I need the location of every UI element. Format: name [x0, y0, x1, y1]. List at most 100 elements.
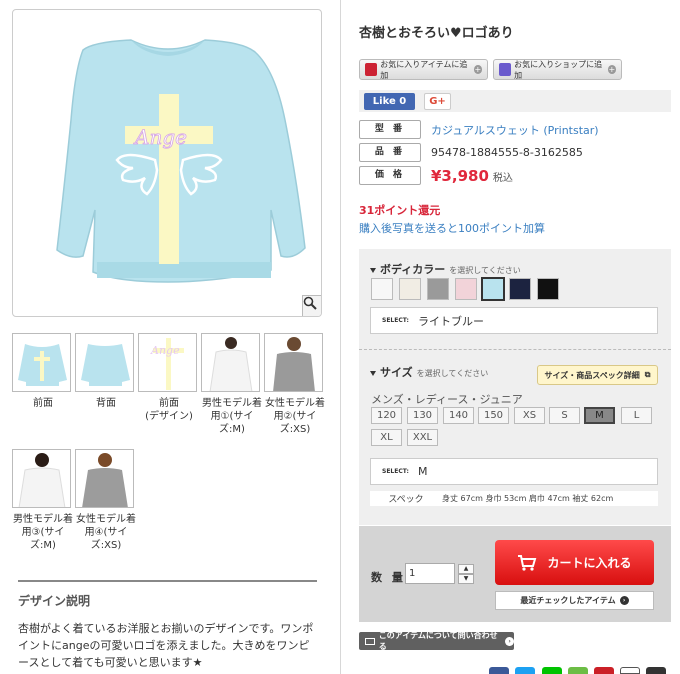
- spec-value: 身丈 67cm 身巾 53cm 肩巾 47cm 袖丈 62cm: [442, 494, 614, 503]
- design-description-text: 杏樹がよく着ているお洋服とお揃いのデザインです。ワンポイントにangeの可愛いロ…: [18, 622, 314, 669]
- column-divider: [340, 0, 341, 674]
- color-swatch[interactable]: [455, 278, 477, 300]
- thumbnail-image[interactable]: [75, 333, 134, 392]
- google-plus-label: G+: [429, 96, 446, 107]
- svg-text:Ange: Ange: [150, 344, 180, 357]
- model-row: 型 番 カジュアルスウェット (Printstar): [359, 120, 599, 139]
- size-select-box[interactable]: SELECT: M: [370, 458, 658, 485]
- size-option-heading: サイズ を選択してください: [370, 364, 488, 380]
- size-button[interactable]: S: [549, 407, 580, 424]
- size-button[interactable]: L: [621, 407, 652, 424]
- pinterest-share-icon[interactable]: [594, 667, 614, 674]
- size-button[interactable]: 130: [407, 407, 438, 424]
- price-label: 価 格: [359, 166, 421, 185]
- thumbnail-caption: 前面 (デザイン): [145, 398, 193, 422]
- size-spec-detail-button[interactable]: サイズ・商品スペック詳細 ⧉: [537, 365, 658, 385]
- cart-icon: [518, 554, 537, 571]
- recently-viewed-label: 最近チェックしたアイテム: [520, 596, 616, 605]
- quantity-up-button[interactable]: ▲: [458, 564, 474, 574]
- thumbnail-male-model-1[interactable]: 男性モデル着用①(サイズ:M): [201, 333, 263, 436]
- main-product-image[interactable]: Ange: [12, 9, 322, 317]
- external-window-icon: ⧉: [644, 370, 651, 379]
- add-to-cart-label: カートに入れる: [547, 556, 632, 570]
- add-favorite-item-label: お気に入りアイテムに追加: [380, 59, 468, 80]
- thumbnail-image[interactable]: [264, 333, 323, 392]
- magnifier-icon: [303, 296, 317, 310]
- color-swatch[interactable]: [427, 278, 449, 300]
- zoom-button[interactable]: [302, 295, 321, 316]
- thumbnail-front[interactable]: 前面: [12, 333, 74, 410]
- facebook-share-icon[interactable]: [489, 667, 509, 674]
- color-swatch[interactable]: [481, 277, 505, 301]
- color-heading-text: ボディカラー: [380, 263, 446, 276]
- twitter-share-icon[interactable]: [515, 667, 535, 674]
- thumbnail-female-model-2[interactable]: 女性モデル着用②(サイズ:XS): [264, 333, 326, 436]
- thumbnail-caption: 男性モデル着用③(サイズ:M): [13, 514, 73, 551]
- color-swatch[interactable]: [399, 278, 421, 300]
- color-swatch[interactable]: [537, 278, 559, 300]
- facebook-like-button[interactable]: Like 0: [364, 93, 415, 110]
- thumbnail-back[interactable]: 背面: [75, 333, 137, 410]
- selected-size: M: [418, 465, 428, 478]
- size-button[interactable]: 150: [478, 407, 509, 424]
- add-favorite-shop-label: お気に入りショップに追加: [514, 59, 603, 80]
- color-option-heading: ボディカラー を選択してください: [370, 261, 521, 277]
- size-button[interactable]: XL: [371, 429, 402, 446]
- select-tag: SELECT:: [382, 317, 409, 324]
- add-favorite-item-button[interactable]: お気に入りアイテムに追加 +: [359, 59, 488, 80]
- color-swatch[interactable]: [371, 278, 393, 300]
- select-tag: SELECT:: [382, 468, 409, 475]
- color-select-box[interactable]: SELECT: ライトブルー: [370, 307, 658, 334]
- price-wrap: ¥3,980 税込: [431, 167, 513, 185]
- color-swatch[interactable]: [509, 278, 531, 300]
- thumbnail-image[interactable]: [75, 449, 134, 508]
- points-text: 31ポイント還元: [359, 204, 441, 217]
- thumbnail-image[interactable]: [12, 333, 71, 392]
- size-button[interactable]: 140: [443, 407, 474, 424]
- thumbnail-image[interactable]: [12, 449, 71, 508]
- size-button[interactable]: XS: [514, 407, 545, 424]
- photo-points-link[interactable]: 購入後写真を送ると100ポイント加算: [359, 220, 545, 236]
- quantity-input[interactable]: 1: [405, 563, 455, 584]
- thumbnail-image[interactable]: [201, 333, 260, 392]
- add-favorite-shop-button[interactable]: お気に入りショップに追加 +: [493, 59, 622, 80]
- model-label: 型 番: [359, 120, 421, 139]
- plus-icon: +: [607, 65, 616, 74]
- thumbnail-image[interactable]: Ange: [138, 333, 197, 392]
- add-to-cart-button[interactable]: カートに入れる: [495, 540, 654, 585]
- selected-color: ライトブルー: [418, 314, 484, 328]
- shop-icon: [499, 63, 512, 76]
- size-button[interactable]: XXL: [407, 429, 438, 446]
- google-plus-button[interactable]: G+: [424, 93, 451, 110]
- sweatshirt-illustration: Ange: [56, 39, 306, 283]
- thumbnail-design[interactable]: Ange 前面 (デザイン): [138, 333, 200, 423]
- size-button[interactable]: 120: [371, 407, 402, 424]
- thumbnail-caption: 前面: [33, 398, 53, 409]
- quantity-down-button[interactable]: ▼: [458, 574, 474, 584]
- thumbnail-caption: 女性モデル着用②(サイズ:XS): [265, 398, 325, 435]
- line-share-icon[interactable]: [542, 667, 562, 674]
- size-spec-detail-label: サイズ・商品スペック詳細: [544, 370, 640, 380]
- triangle-down-icon: [370, 267, 376, 273]
- recently-viewed-button[interactable]: 最近チェックしたアイテム ›: [495, 591, 654, 610]
- design-description-title: デザイン説明: [18, 594, 91, 608]
- price-value: ¥3,980: [431, 166, 489, 185]
- model-link[interactable]: カジュアルスウェット (Printstar): [431, 122, 599, 138]
- size-button[interactable]: M: [584, 407, 615, 424]
- triangle-down-icon: [370, 370, 376, 376]
- thumbnail-male-model-3[interactable]: 男性モデル着用③(サイズ:M): [12, 449, 74, 552]
- code-value: 95478-1884555-8-3162585: [431, 146, 583, 159]
- tshirt-icon: [365, 63, 378, 76]
- thumbnail-female-model-4[interactable]: 女性モデル着用④(サイズ:XS): [75, 449, 137, 552]
- plus-icon: +: [473, 65, 483, 74]
- code-row: 品 番 95478-1884555-8-3162585: [359, 143, 583, 162]
- description-divider: [18, 580, 317, 582]
- bookmark-share-icon[interactable]: [568, 667, 588, 674]
- qr-code-icon[interactable]: [646, 667, 666, 674]
- email-share-icon[interactable]: [620, 667, 640, 674]
- price-row: 価 格 ¥3,980 税込: [359, 166, 513, 185]
- contact-item-button[interactable]: このアイテムについて問い合わせる ›: [359, 631, 514, 651]
- code-label: 品 番: [359, 143, 421, 162]
- chevron-right-icon: ›: [505, 636, 514, 646]
- size-heading-text: サイズ: [380, 366, 413, 379]
